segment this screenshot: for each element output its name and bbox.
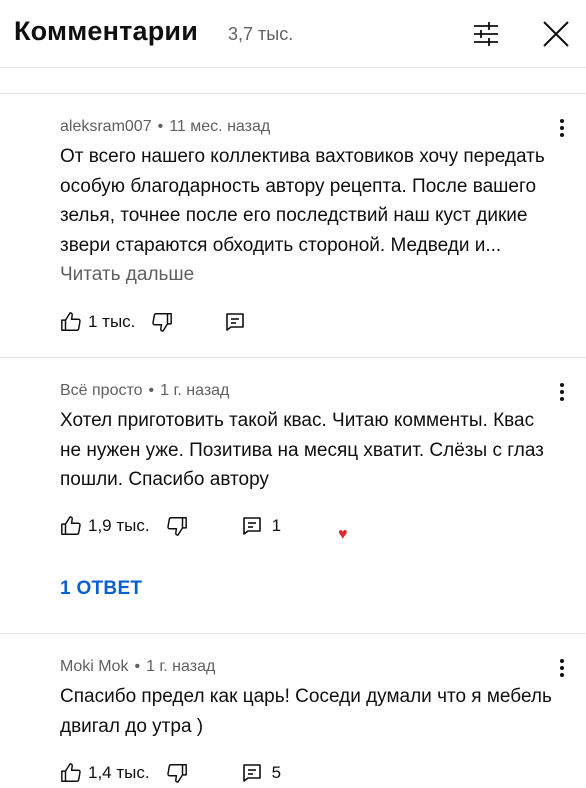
comment-author[interactable]: Moki Mok xyxy=(60,658,128,675)
meta-separator: • xyxy=(148,382,155,399)
more-vertical-icon xyxy=(560,659,564,677)
comment-icon xyxy=(226,313,245,331)
section-divider xyxy=(0,93,586,94)
comment-actions: 1 тыс. xyxy=(60,310,245,334)
reply-button[interactable] xyxy=(225,312,245,332)
creator-heart-icon: ♥ xyxy=(338,526,348,543)
comment-time: 1 г. назад xyxy=(160,382,230,399)
comment-body: От всего нашего коллектива вахтовиков хо… xyxy=(60,146,545,256)
meta-separator: • xyxy=(157,118,164,135)
comment-menu-button[interactable] xyxy=(550,114,574,142)
comment: Moki Mok • 1 г. назад Спасибо предел как ц… xyxy=(0,658,586,788)
thumbs-up-icon xyxy=(61,763,81,782)
comment-meta: aleksram007 • 11 мес. назад xyxy=(60,118,270,136)
reply-count: 5 xyxy=(271,763,282,782)
sort-filter-button[interactable] xyxy=(466,14,506,54)
thumbs-down-icon xyxy=(166,764,187,783)
comment-meta: Всё просто • 1 г. назад xyxy=(60,382,229,400)
comments-header: Комментарии 3,7 тыс. xyxy=(0,0,586,66)
thumbs-down-icon xyxy=(166,517,187,536)
comment-icon xyxy=(242,517,261,535)
comment-divider xyxy=(0,357,586,358)
comment-time: 11 мес. назад xyxy=(169,118,271,135)
comment-body: Спасибо предел как царь! Соседи думали ч… xyxy=(60,686,552,737)
dislike-button[interactable] xyxy=(166,515,188,537)
thumbs-up-icon xyxy=(61,516,81,535)
comment-actions: 1,9 тыс. 1 xyxy=(60,514,281,538)
close-button[interactable] xyxy=(536,14,576,54)
comment-time: 1 г. назад xyxy=(146,658,216,675)
comment-icon xyxy=(242,764,261,782)
like-button[interactable]: 1,9 тыс. xyxy=(60,515,150,537)
dislike-button[interactable] xyxy=(166,762,188,784)
comment-actions: 1,4 тыс. 5 xyxy=(60,761,281,785)
view-replies-button[interactable]: 1 ОТВЕТ xyxy=(60,578,142,600)
close-icon xyxy=(543,21,569,47)
meta-separator: • xyxy=(134,658,141,675)
comment-body: Хотел приготовить такой квас. Читаю комм… xyxy=(60,410,544,490)
sliders-icon xyxy=(474,22,498,46)
comment-meta: Moki Mok • 1 г. назад xyxy=(60,658,215,676)
like-button[interactable]: 1 тыс. xyxy=(60,311,135,333)
more-vertical-icon xyxy=(560,383,564,401)
comments-count: 3,7 тыс. xyxy=(228,24,294,44)
like-button[interactable]: 1,4 тыс. xyxy=(60,762,150,784)
reply-button[interactable]: 1 xyxy=(242,516,281,536)
comment-text: Спасибо предел как царь! Соседи думали ч… xyxy=(60,682,560,741)
like-count: 1,4 тыс. xyxy=(88,763,150,782)
comment-divider xyxy=(0,633,586,634)
comment-author[interactable]: aleksram007 xyxy=(60,118,152,135)
like-count: 1 тыс. xyxy=(88,312,136,331)
comment-menu-button[interactable] xyxy=(550,654,574,682)
comment: Всё просто • 1 г. назад Хотел приготовить … xyxy=(0,382,586,622)
dislike-button[interactable] xyxy=(151,311,173,333)
read-more-link[interactable]: Читать дальше xyxy=(60,264,194,285)
thumbs-down-icon xyxy=(152,313,173,332)
thumbs-up-icon xyxy=(61,312,81,331)
reply-button[interactable]: 5 xyxy=(242,763,281,783)
like-count: 1,9 тыс. xyxy=(88,516,150,535)
header-divider xyxy=(0,67,586,68)
comments-title: Комментарии xyxy=(14,16,199,46)
comment-text: Хотел приготовить такой квас. Читаю комм… xyxy=(60,406,560,495)
comment-author[interactable]: Всё просто xyxy=(60,382,143,399)
reply-count: 1 xyxy=(271,516,282,535)
more-vertical-icon xyxy=(560,119,564,137)
comment-text: От всего нашего коллектива вахтовиков хо… xyxy=(60,142,560,290)
comment-menu-button[interactable] xyxy=(550,378,574,406)
comment: aleksram007 • 11 мес. назад От всего нашег… xyxy=(0,118,586,348)
